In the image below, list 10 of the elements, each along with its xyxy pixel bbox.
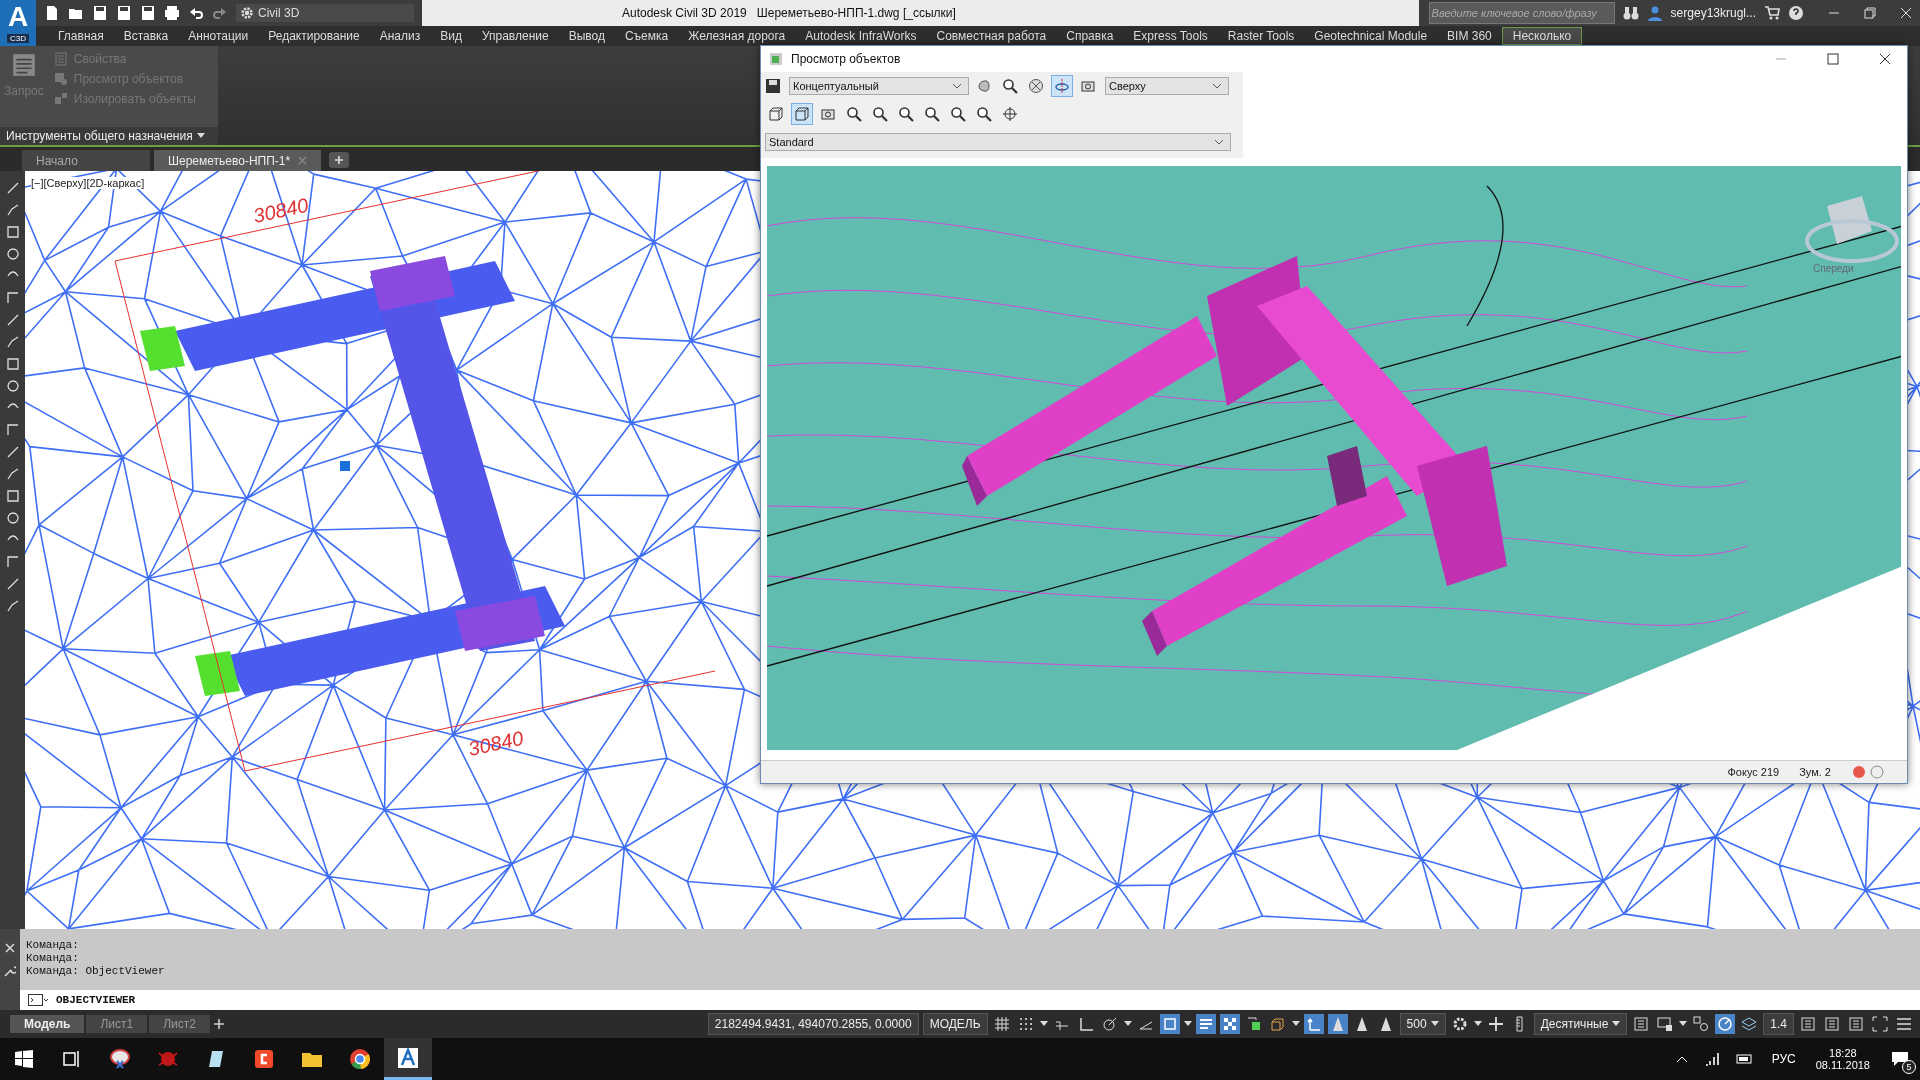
command-history-line: Команда: ObjectViewer [26,965,166,979]
status-readout: Зум. 2 [1799,766,1831,779]
dimension-text: 30840 [466,727,526,761]
window-title: Просмотр объектов [791,52,901,67]
command-history-line: Команда: [26,939,80,953]
window-title: Autodesk Civil 3D 2019 Шереметьево-НПП-1.dwg [_ссылки] [622,6,956,20]
command-history-line: Команда: [26,952,80,966]
notification-count: 5 [1902,1060,1916,1074]
dimension-text: 30840 [251,194,311,228]
status-readout: Фокус 219 [1727,766,1780,779]
